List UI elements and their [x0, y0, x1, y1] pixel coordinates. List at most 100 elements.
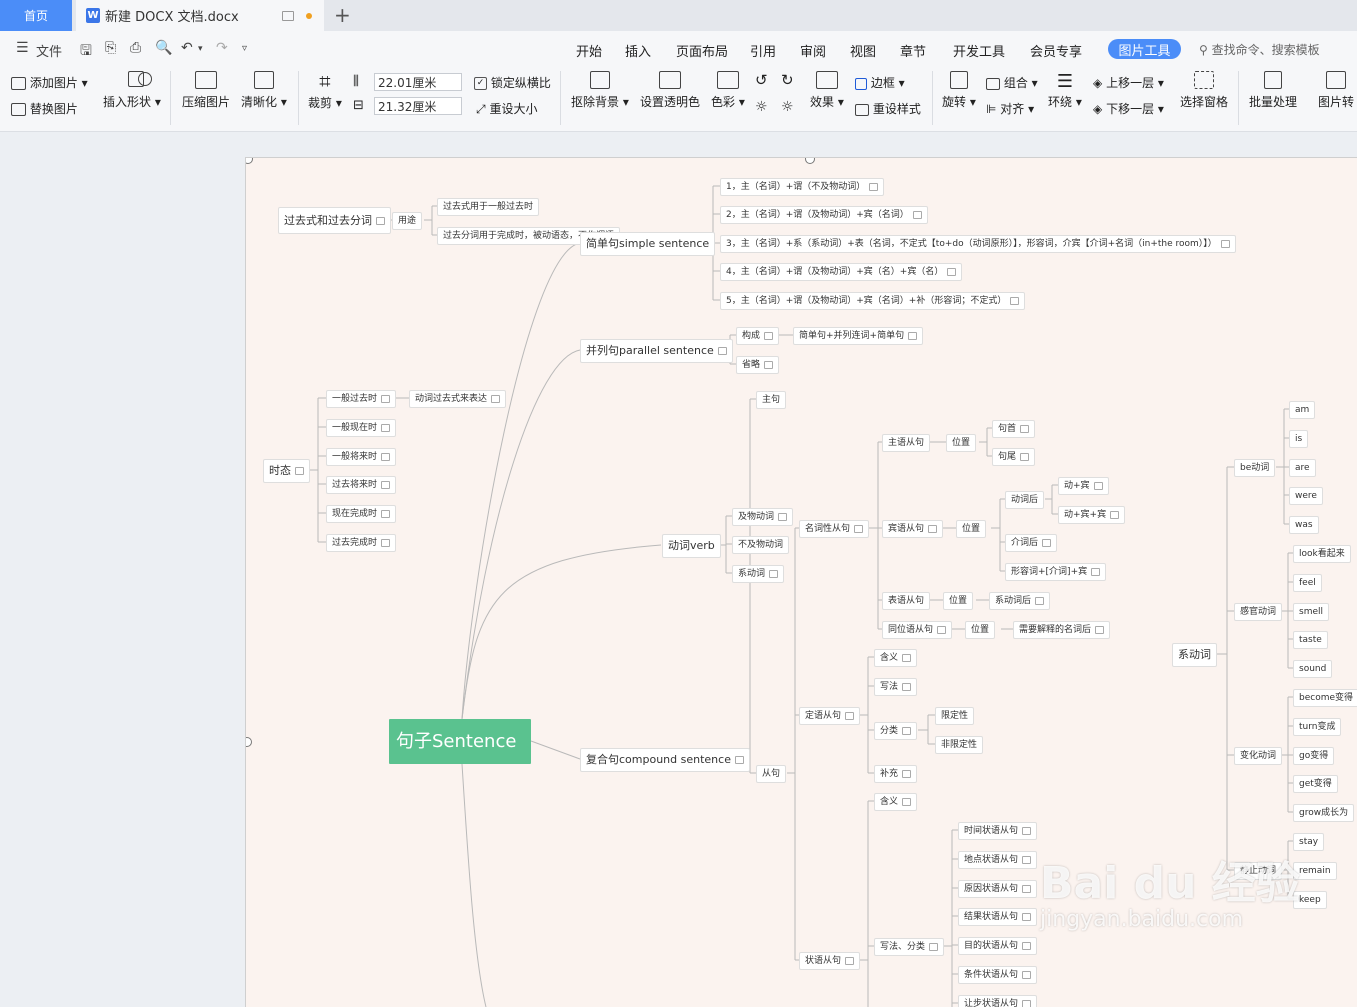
bring-forward-button[interactable]: ◈ 上移一层 ▾: [1093, 74, 1164, 91]
mindmap-node: 表语从句: [882, 592, 931, 610]
menu-developer[interactable]: 开发工具: [953, 41, 1005, 60]
divider: [932, 71, 933, 125]
effect-button[interactable]: 效果 ▾: [810, 71, 844, 110]
redo-icon[interactable]: ↷: [216, 40, 228, 56]
set-transparent-button[interactable]: 设置透明色: [640, 71, 700, 110]
insert-shape-button[interactable]: 插入形状 ▾: [103, 71, 161, 110]
compress-label: 压缩图片: [182, 95, 231, 109]
mindmap-node: 动词过去式来表达: [409, 390, 507, 408]
batch-button[interactable]: 批量处理: [1249, 71, 1297, 110]
print-preview-icon[interactable]: 🔍: [155, 40, 172, 56]
menu-bar: ☰ 文件 🖫 ⎘ ⎙ 🔍 ↶ ▾ ↷ ▿ 开始 插入 页面布局 引用 审阅 视图…: [0, 31, 1357, 65]
set-transparent-label: 设置透明色: [640, 95, 701, 109]
mindmap-node: 句尾: [992, 448, 1036, 466]
mindmap-node: sound: [1293, 660, 1333, 678]
add-image-label: 添加图片: [29, 76, 78, 90]
search-command-box[interactable]: ⚲ 查找命令、搜索模板: [1199, 41, 1320, 58]
divider: [1238, 71, 1239, 125]
hamburger-menu-icon[interactable]: ☰: [16, 40, 29, 56]
file-menu[interactable]: 文件: [36, 41, 62, 60]
mindmap-node: 写法: [874, 678, 918, 696]
sharpen-button[interactable]: 清晰化 ▾: [241, 71, 287, 110]
mindmap-node: are: [1289, 459, 1316, 477]
mindmap-node: 变化动词: [1234, 747, 1283, 765]
rotate-button[interactable]: 旋转 ▾: [942, 71, 976, 110]
transparent-icon: [659, 71, 681, 89]
reset-style-button[interactable]: 重设样式: [855, 100, 921, 117]
undo-icon[interactable]: ↶: [181, 40, 193, 56]
export-icon[interactable]: ⎘: [105, 40, 116, 56]
mindmap-node: grow成长为: [1293, 804, 1355, 822]
color-button[interactable]: 色彩 ▾: [711, 71, 745, 110]
batch-label: 批量处理: [1249, 95, 1298, 109]
batch-icon: [1264, 71, 1282, 89]
layers-down-icon: ◈: [1093, 102, 1103, 116]
menu-page-layout[interactable]: 页面布局: [676, 41, 728, 60]
reset-size-button[interactable]: ⤢ 重设大小: [476, 100, 537, 117]
menu-insert[interactable]: 插入: [625, 41, 651, 60]
mindmap-node: 系动词: [1172, 643, 1217, 667]
customize-toolbar-icon[interactable]: ▿: [242, 43, 247, 54]
send-backward-label: 下移一层: [1106, 102, 1155, 116]
menu-picture-tools[interactable]: 图片工具: [1108, 39, 1181, 59]
mindmap-node: 过去将来时: [326, 476, 397, 494]
compress-button[interactable]: 压缩图片: [182, 71, 230, 110]
screen-icon[interactable]: [282, 10, 294, 21]
undo-dropdown-icon[interactable]: ▾: [198, 44, 203, 54]
mindmap-node: stay: [1293, 833, 1325, 851]
mindmap-node: 4，主（名词）+谓（及物动词）+宾（名）+宾（名）: [720, 263, 963, 281]
rotate-right-icon[interactable]: ↻: [781, 71, 794, 89]
unsaved-dot-icon: [306, 12, 312, 19]
rotate-left-icon[interactable]: ↺: [755, 71, 768, 89]
mindmap-node: 时态: [263, 459, 310, 483]
new-tab-button[interactable]: +: [334, 3, 351, 27]
print-icon[interactable]: ⎙: [130, 40, 141, 56]
selection-pane-button[interactable]: 选择窗格: [1180, 71, 1228, 110]
crop-label: 裁剪: [308, 96, 333, 110]
height-input[interactable]: 21.32厘米: [374, 97, 462, 115]
circle-icon: [137, 72, 152, 86]
mindmap-node: get变得: [1293, 775, 1338, 793]
remove-background-button[interactable]: 抠除背景 ▾: [571, 71, 629, 110]
mindmap-node: 系动词后: [989, 592, 1051, 610]
tab-document[interactable]: W 新建 DOCX 文档.docx: [76, 0, 324, 31]
mindmap-node: 5，主（名词）+谓（及物动词）+宾（名词）+补（形容词；不定式）: [720, 292, 1026, 310]
menu-section[interactable]: 章节: [900, 41, 926, 60]
bring-forward-label: 上移一层: [1106, 76, 1155, 90]
watermark-brand: Bai du 经验: [1040, 858, 1300, 909]
mindmap-node: 动词verb: [662, 534, 721, 558]
menu-start[interactable]: 开始: [576, 41, 602, 60]
mindmap-node: 非限定性: [935, 736, 984, 754]
lock-ratio-checkbox[interactable]: ✓ 锁定纵横比: [474, 74, 551, 91]
menu-reference[interactable]: 引用: [750, 41, 776, 60]
menu-member[interactable]: 会员专享: [1030, 41, 1082, 60]
send-backward-button[interactable]: ◈ 下移一层 ▾: [1093, 100, 1164, 117]
brightness-up-icon[interactable]: ☼: [755, 99, 768, 115]
baidu-watermark: Bai du 经验 jingyan.baidu.com: [1040, 860, 1300, 932]
align-button[interactable]: ⊫ 对齐 ▾: [986, 100, 1034, 117]
wrap-button[interactable]: ☰ 环绕 ▾: [1048, 71, 1082, 110]
menu-review[interactable]: 审阅: [800, 41, 826, 60]
border-button[interactable]: 边框 ▾: [855, 74, 905, 91]
save-icon[interactable]: 🖫: [80, 40, 92, 64]
menu-view[interactable]: 视图: [850, 41, 876, 60]
mindmap-root-label: 句子Sentence: [396, 731, 517, 752]
mindmap-node: 原因状语从句: [958, 880, 1038, 898]
brightness-down-icon[interactable]: ☼: [781, 99, 794, 115]
color-icon: [716, 71, 739, 89]
replace-image-button[interactable]: 替换图片: [11, 100, 78, 117]
reset-style-icon: [855, 103, 869, 116]
group-button[interactable]: 组合 ▾: [986, 74, 1038, 91]
wrap-label: 环绕: [1048, 95, 1073, 109]
crop-button[interactable]: ⌗ 裁剪 ▾: [308, 71, 342, 111]
mindmap-node: 分类: [874, 722, 918, 740]
sharpen-icon: [253, 71, 274, 89]
mindmap-node: 形容词+[介词]+宾: [1005, 563, 1107, 581]
mindmap-node: 主句: [756, 391, 787, 409]
tab-home[interactable]: 首页: [0, 0, 72, 31]
width-input[interactable]: 22.01厘米: [374, 73, 462, 91]
effect-label: 效果: [810, 95, 835, 109]
width-icon: ⫼: [353, 74, 359, 89]
add-image-button[interactable]: 添加图片 ▾: [11, 74, 88, 91]
convert-button[interactable]: 图片转: [1318, 71, 1354, 110]
